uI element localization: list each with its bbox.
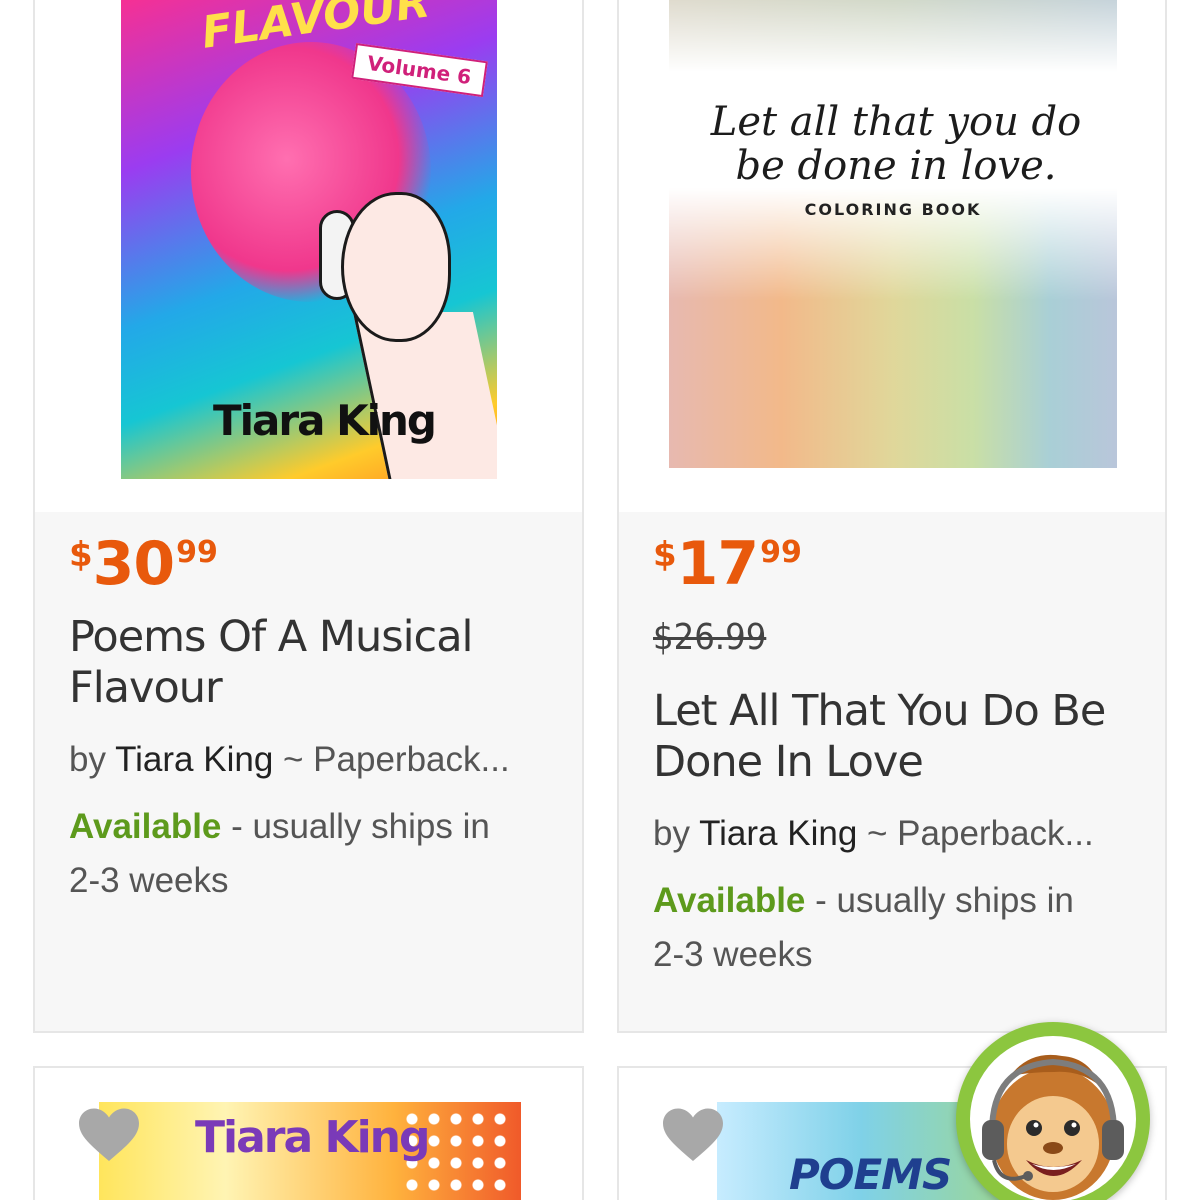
author-link[interactable]: Tiara King bbox=[115, 740, 273, 779]
cover-author: Tiara King bbox=[213, 396, 437, 445]
price-whole: 17 bbox=[676, 529, 759, 599]
cover-paint-wash bbox=[669, 188, 1117, 468]
product-byline: by Tiara King ~ Paperback... bbox=[69, 738, 549, 782]
monkey-headset-icon bbox=[982, 1054, 1124, 1200]
availability-status: Available - usually ships in 2-3 weeks bbox=[69, 800, 549, 908]
price-whole: 30 bbox=[92, 529, 175, 599]
byline-prefix: by bbox=[69, 740, 116, 779]
cover-script-line: Let all that you do bbox=[710, 99, 1082, 145]
product-image-area[interactable]: FLAVOUR Volume 6 Tiara King bbox=[35, 0, 582, 512]
availability-label: Available bbox=[69, 807, 222, 846]
book-cover-image[interactable]: Tiara King bbox=[99, 1102, 521, 1200]
cover-subtitle: COLORING BOOK bbox=[804, 200, 982, 219]
product-title-line: Poems Of A Musical bbox=[69, 612, 474, 662]
product-info: $ 30 99 Poems Of A Musical Flavour by Ti… bbox=[35, 512, 582, 1031]
product-info: $ 17 99 $26.99 Let All That You Do Be Do… bbox=[619, 512, 1165, 1031]
product-card[interactable]: FLAVOUR Volume 6 Tiara King $ 30 99 Poem… bbox=[33, 0, 584, 1033]
product-byline: by Tiara King ~ Paperback... bbox=[653, 812, 1133, 856]
product-price: $ 30 99 bbox=[69, 534, 218, 594]
book-cover-image[interactable]: Let all that you do be done in love. COL… bbox=[669, 0, 1117, 468]
product-format: ~ Paperback... bbox=[857, 814, 1094, 853]
cover-paint-wash bbox=[669, 0, 1117, 72]
cover-script-title: Let all that you do be done in love. bbox=[681, 100, 1111, 188]
shipping-time: 2-3 weeks bbox=[653, 935, 813, 974]
availability-label: Available bbox=[653, 881, 806, 920]
author-link[interactable]: Tiara King bbox=[699, 814, 857, 853]
price-cents: 99 bbox=[760, 535, 802, 570]
product-format: ~ Paperback... bbox=[273, 740, 510, 779]
product-title[interactable]: Let All That You Do Be Done In Love bbox=[653, 686, 1133, 788]
price-cents: 99 bbox=[176, 535, 218, 570]
price-currency: $ bbox=[653, 535, 677, 575]
heart-icon[interactable] bbox=[663, 1108, 723, 1164]
product-title[interactable]: Poems Of A Musical Flavour bbox=[69, 612, 549, 714]
product-title-line: Flavour bbox=[69, 663, 223, 713]
cover-script-line: be done in love. bbox=[735, 143, 1057, 189]
product-price: $ 17 99 bbox=[653, 534, 802, 594]
chat-support-mascot-icon[interactable] bbox=[956, 1022, 1150, 1200]
cover-title: POEMS bbox=[789, 1150, 952, 1199]
heart-icon[interactable] bbox=[79, 1108, 139, 1164]
shipping-note: - usually ships in bbox=[221, 807, 490, 846]
shipping-time: 2-3 weeks bbox=[69, 861, 229, 900]
byline-prefix: by bbox=[653, 814, 700, 853]
mascot-avatar bbox=[970, 1036, 1136, 1200]
product-title-line: Let All That You Do Be bbox=[653, 686, 1106, 736]
original-price: $26.99 bbox=[653, 617, 767, 658]
availability-status: Available - usually ships in 2-3 weeks bbox=[653, 874, 1133, 982]
product-card[interactable]: Tiara King bbox=[33, 1066, 584, 1200]
price-currency: $ bbox=[69, 535, 93, 575]
product-card[interactable]: Let all that you do be done in love. COL… bbox=[617, 0, 1167, 1033]
product-title-line: Done In Love bbox=[653, 737, 924, 787]
cover-illustration-face bbox=[341, 192, 451, 342]
product-image-area[interactable]: Let all that you do be done in love. COL… bbox=[619, 0, 1165, 512]
shipping-note: - usually ships in bbox=[805, 881, 1074, 920]
book-cover-image[interactable]: FLAVOUR Volume 6 Tiara King bbox=[121, 0, 497, 479]
cover-title: Tiara King bbox=[195, 1112, 430, 1163]
